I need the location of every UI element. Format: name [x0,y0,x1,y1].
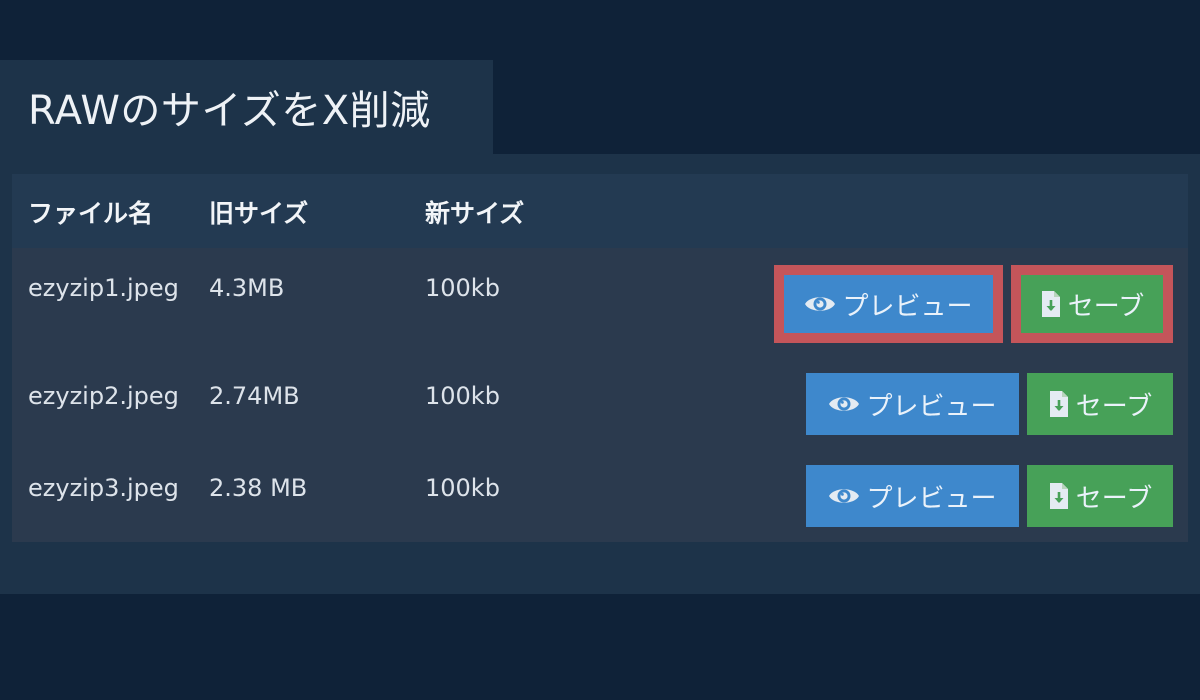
preview-button-label: プレビュー [866,391,997,422]
row-filename: ezyzip2.jpeg [28,382,179,410]
title-tab: RAWのサイズをX削減 [0,60,493,154]
eye-icon [828,393,860,415]
eye-icon [828,485,860,507]
table-row: ezyzip3.jpeg 2.38 MB 100kb プレビュー セーブ [12,452,1188,542]
page-title: RAWのサイズをX削減 [28,88,431,134]
row-old-size: 2.38 MB [209,474,308,502]
header-filename: ファイル名 [28,199,154,228]
results-table: ファイル名 旧サイズ 新サイズ ezyzip1.jpeg 4.3MB 100kb [12,174,1188,542]
table-row: ezyzip2.jpeg 2.74MB 100kb プレビュー セーブ [12,356,1188,452]
save-button-label: セーブ [1067,291,1145,322]
preview-highlight-frame: プレビュー [774,265,1003,343]
save-button[interactable]: セーブ [1027,465,1173,527]
preview-button-label: プレビュー [842,291,973,322]
preview-button-label: プレビュー [866,483,997,514]
row-new-size: 100kb [425,474,500,502]
file-download-icon [1040,290,1062,318]
row-old-size: 4.3MB [209,274,285,302]
row-old-size: 2.74MB [209,382,300,410]
row-new-size: 100kb [425,274,500,302]
save-button-label: セーブ [1075,483,1153,514]
save-button-label: セーブ [1075,391,1153,422]
file-download-icon [1048,390,1070,418]
table-header: ファイル名 旧サイズ 新サイズ [12,174,1188,248]
eye-icon [804,293,836,315]
preview-button[interactable]: プレビュー [784,275,993,333]
results-panel: ファイル名 旧サイズ 新サイズ ezyzip1.jpeg 4.3MB 100kb [0,154,1200,594]
preview-button[interactable]: プレビュー [806,373,1019,435]
save-button[interactable]: セーブ [1021,275,1163,333]
row-filename: ezyzip3.jpeg [28,474,179,502]
header-old-size: 旧サイズ [209,199,309,228]
table-row: ezyzip1.jpeg 4.3MB 100kb プレビュー セーブ [12,248,1188,356]
file-download-icon [1048,482,1070,510]
preview-button[interactable]: プレビュー [806,465,1019,527]
save-button[interactable]: セーブ [1027,373,1173,435]
row-filename: ezyzip1.jpeg [28,274,179,302]
save-highlight-frame: セーブ [1011,265,1173,343]
row-new-size: 100kb [425,382,500,410]
header-new-size: 新サイズ [425,199,525,228]
